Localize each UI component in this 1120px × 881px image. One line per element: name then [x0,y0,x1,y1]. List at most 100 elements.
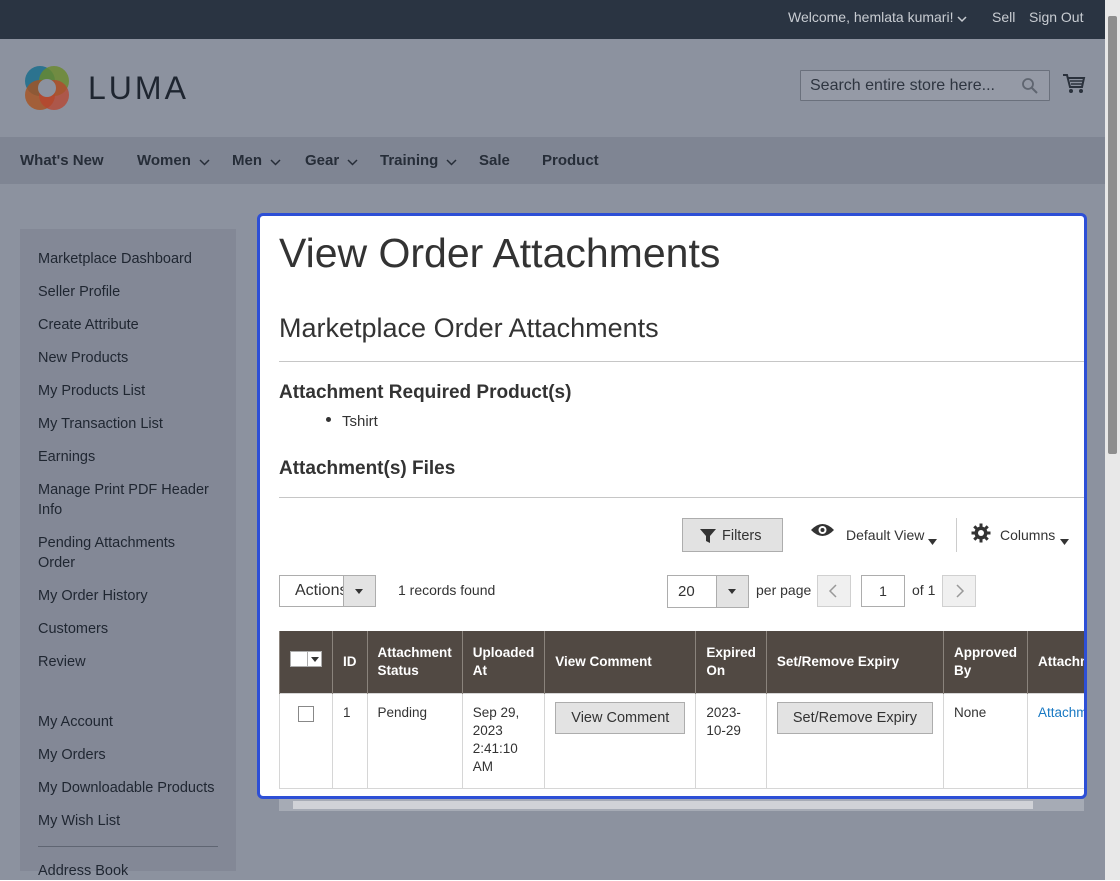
page-total: of 1 [912,582,936,598]
per-page-label: per page [756,582,812,598]
grid-header-row: ID Attachment Status Uploaded At View Co… [279,631,1084,693]
col-header-expired-on[interactable]: Expired On [695,631,767,693]
nav-men[interactable]: Men [232,152,281,170]
cell-status: Pending [366,692,463,789]
col-header-approved-by[interactable]: Approved By [942,631,1028,693]
sidebar-item-my-products-list[interactable]: My Products List [38,381,228,401]
search-input[interactable]: Search entire store here... [800,70,1050,101]
scrollbar-thumb[interactable] [1108,16,1117,454]
sidebar-item-my-account[interactable]: My Account [38,712,228,732]
account-sidebar: Marketplace Dashboard Seller Profile Cre… [20,229,236,879]
divider [279,361,1084,362]
prev-page-button[interactable] [817,575,851,607]
required-product-item: Tshirt [342,413,378,430]
sidebar-item-pending-attachments[interactable]: Pending Attachments Order [38,533,198,573]
sidebar-item-new-products[interactable]: New Products [38,348,228,368]
filters-label: Filters [722,528,762,544]
sidebar-item-wish-list[interactable]: My Wish List [38,811,228,831]
welcome-text: Welcome, hemlata kumari! [788,9,954,25]
attachment-link[interactable]: Attachm [1038,705,1084,720]
chevron-down-icon [957,10,967,26]
chevron-right-icon [956,584,965,598]
nav-label: Gear [305,152,340,169]
cell-set-expiry: Set/Remove Expiry [765,692,944,789]
caret-down-icon [343,576,375,606]
toolbar-separator [956,518,957,552]
caret-down-icon [1060,532,1069,548]
sell-link[interactable]: Sell [992,9,1015,25]
mass-select-header[interactable] [279,631,333,693]
sign-out-link[interactable]: Sign Out [1029,9,1083,25]
section-subtitle: Marketplace Order Attachments [279,313,659,343]
sidebar-item-manage-print-pdf[interactable]: Manage Print PDF Header Info [38,480,218,520]
page-number-input[interactable]: 1 [861,575,905,607]
caret-down-icon [307,652,321,667]
chevron-down-icon [199,153,210,170]
columns-selector[interactable]: Columns [971,523,1069,546]
nav-label: What's New [20,152,104,169]
top-bar: Welcome, hemlata kumari! Sell Sign Out [0,0,1105,39]
sidebar-item-customers[interactable]: Customers [38,619,228,639]
sidebar-item-address-book[interactable]: Address Book [38,861,228,881]
gear-icon [971,523,991,546]
sidebar-item-my-transaction-list[interactable]: My Transaction List [38,414,228,434]
filters-button[interactable]: Filters [682,518,783,552]
chevron-down-icon [347,153,358,170]
chevron-down-icon [270,153,281,170]
mass-select-dropdown[interactable] [290,651,322,668]
chevron-left-icon [828,584,837,598]
actions-label: Actions [295,582,348,599]
sidebar-item-marketplace-dashboard[interactable]: Marketplace Dashboard [38,249,228,269]
next-page-button[interactable] [942,575,976,607]
nav-product[interactable]: Product [542,152,599,169]
sidebar-item-review[interactable]: Review [38,652,228,672]
attachment-files-heading: Attachment(s) Files [279,458,456,479]
nav-sale[interactable]: Sale [479,152,510,169]
per-page-value: 20 [678,583,695,600]
nav-training[interactable]: Training [380,152,457,170]
col-header-uploaded-at[interactable]: Uploaded At [461,631,546,693]
scrollbar-thumb[interactable] [293,801,1033,809]
filter-icon [699,528,717,548]
col-header-status[interactable]: Attachment Status [366,631,463,693]
nav-label: Training [380,152,439,169]
col-header-set-expiry[interactable]: Set/Remove Expiry [765,631,944,693]
col-header-attachment[interactable]: Attachm [1026,631,1084,693]
horizontal-scrollbar[interactable] [279,799,1084,811]
sidebar-item-my-order-history[interactable]: My Order History [38,586,228,606]
actions-dropdown[interactable]: Actions [279,575,376,607]
table-row: 1 Pending Sep 29, 2023 2:41:10 AM View C… [279,692,1084,789]
nav-women[interactable]: Women [137,152,210,170]
logo-mark-icon [25,66,69,110]
sidebar-item-downloadable-products[interactable]: My Downloadable Products [38,778,228,798]
cell-uploaded-at: Sep 29, 2023 2:41:10 AM [461,692,546,789]
cell-approved-by: None [942,692,1028,789]
sidebar-item-seller-profile[interactable]: Seller Profile [38,282,228,302]
nav-label: Men [232,152,262,169]
records-count: 1 records found [398,582,496,598]
cart-icon[interactable] [1062,73,1086,100]
nav-whats-new[interactable]: What's New [20,152,104,169]
col-header-view-comment[interactable]: View Comment [544,631,697,693]
sidebar-item-earnings[interactable]: Earnings [38,447,228,467]
nav-gear[interactable]: Gear [305,152,358,170]
set-remove-expiry-button[interactable]: Set/Remove Expiry [776,701,933,734]
sidebar-item-my-orders[interactable]: My Orders [38,745,228,765]
cell-id: 1 [332,692,368,789]
attachments-panel: View Order Attachments Marketplace Order… [257,213,1087,799]
sidebar-item-create-attribute[interactable]: Create Attribute [38,315,228,335]
eye-icon [810,522,835,541]
row-checkbox[interactable] [298,705,314,722]
view-comment-button[interactable]: View Comment [555,701,686,734]
chevron-down-icon [446,153,457,170]
page-title: View Order Attachments [279,230,721,276]
divider [279,497,1084,498]
cell-attachment: Attachm [1026,692,1084,789]
row-select-cell [279,692,333,789]
vertical-scrollbar[interactable] [1105,0,1120,880]
per-page-select[interactable]: 20 [667,575,749,608]
col-header-id[interactable]: ID [332,631,368,693]
welcome-menu[interactable]: Welcome, hemlata kumari! [788,9,967,26]
cell-view-comment: View Comment [544,692,697,789]
search-icon[interactable] [1021,77,1039,100]
